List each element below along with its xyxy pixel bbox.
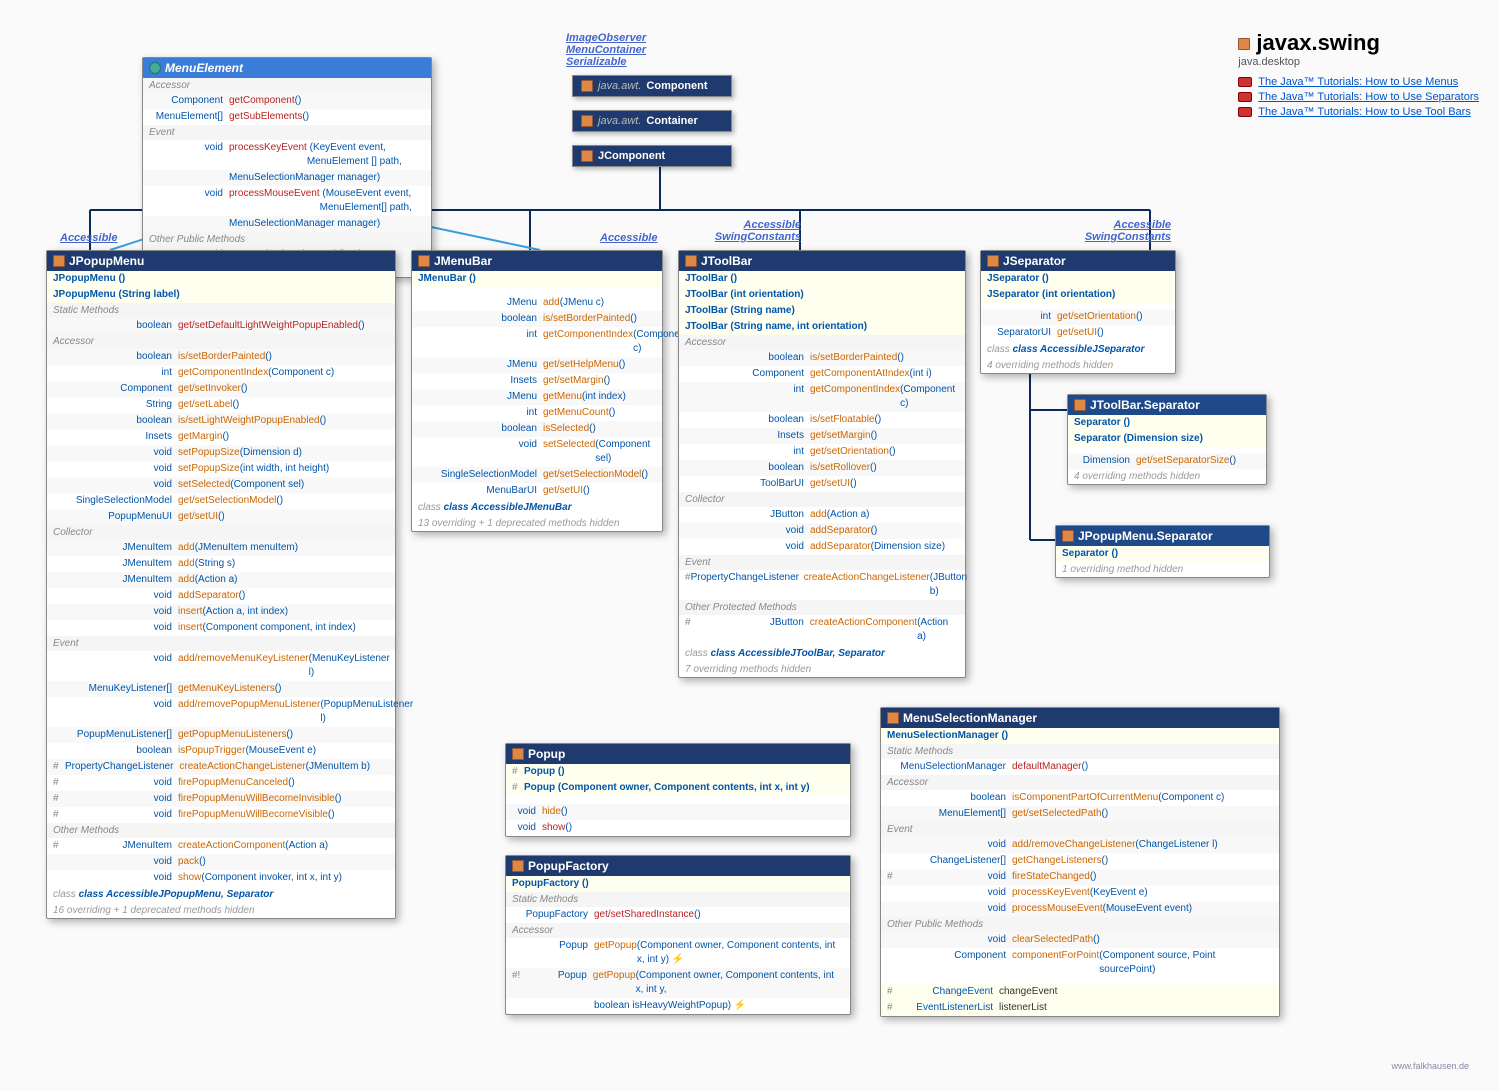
oracle-icon — [1238, 77, 1252, 87]
accessible-swing-label: AccessibleSwingConstants — [1051, 219, 1171, 243]
oracle-icon — [1238, 92, 1252, 102]
menuelement-box: MenuElement Accessor ComponentgetCompone… — [142, 57, 432, 278]
tutorial-link-menus[interactable]: The Java™ Tutorials: How to Use Menus — [1238, 76, 1479, 88]
class-icon — [685, 255, 697, 267]
class-icon — [1074, 399, 1086, 411]
interface-icon — [149, 62, 161, 74]
class-icon — [512, 748, 524, 760]
class-icon — [581, 115, 593, 127]
package-header: javax.swing java.desktop The Java™ Tutor… — [1238, 30, 1479, 121]
jcomponent-box: JComponent — [572, 145, 732, 167]
watermark: www.falkhausen.de — [1391, 1061, 1469, 1071]
box-title: PopupFactory — [506, 856, 850, 876]
jtoolbar-box: JToolBar JToolBar () JToolBar (int orien… — [678, 250, 966, 678]
box-title: Popup — [506, 744, 850, 764]
jpopupmenu-box: JPopupMenu JPopupMenu () JPopupMenu (Str… — [46, 250, 396, 919]
class-icon — [581, 150, 593, 162]
module-name: java.desktop — [1238, 56, 1479, 68]
oracle-icon — [1238, 107, 1252, 117]
class-icon — [418, 255, 430, 267]
menuselectionmanager-box: MenuSelectionManager MenuSelectionManage… — [880, 707, 1280, 1017]
class-icon — [1238, 38, 1250, 50]
class-icon — [53, 255, 65, 267]
tutorial-link-toolbars[interactable]: The Java™ Tutorials: How to Use Tool Bar… — [1238, 106, 1479, 118]
jseparator-box: JSeparator JSeparator () JSeparator (int… — [980, 250, 1176, 374]
jmenubar-box: JMenuBar JMenuBar () JMenuadd(JMenu c) b… — [411, 250, 663, 532]
accessible-swing-label: AccessibleSwingConstants — [681, 219, 801, 243]
interface-labels: ImageObserver MenuContainer Serializable — [566, 32, 646, 68]
package-name: javax.swing — [1238, 30, 1479, 56]
popup-box: Popup #Popup () #Popup (Component owner,… — [505, 743, 851, 837]
box-title: JPopupMenu — [47, 251, 395, 271]
box-title: JToolBar.Separator — [1068, 395, 1266, 415]
box-title: MenuSelectionManager — [881, 708, 1279, 728]
class-icon — [581, 80, 593, 92]
tutorial-link-separators[interactable]: The Java™ Tutorials: How to Use Separato… — [1238, 91, 1479, 103]
accessible-label: Accessible — [60, 232, 117, 244]
box-title: MenuElement — [143, 58, 431, 78]
box-title: JMenuBar — [412, 251, 662, 271]
class-icon — [887, 712, 899, 724]
popupmenu-separator-box: JPopupMenu.Separator Separator () 1 over… — [1055, 525, 1270, 578]
popupfactory-box: PopupFactory PopupFactory () Static Meth… — [505, 855, 851, 1015]
accessible-label: Accessible — [600, 232, 657, 244]
class-icon — [512, 860, 524, 872]
toolbar-separator-box: JToolBar.Separator Separator () Separato… — [1067, 394, 1267, 485]
class-icon — [987, 255, 999, 267]
component-box: java.awt.Component — [572, 75, 732, 97]
class-icon — [1062, 530, 1074, 542]
box-title: JToolBar — [679, 251, 965, 271]
box-title: JSeparator — [981, 251, 1175, 271]
box-title: JPopupMenu.Separator — [1056, 526, 1269, 546]
container-box: java.awt.Container — [572, 110, 732, 132]
